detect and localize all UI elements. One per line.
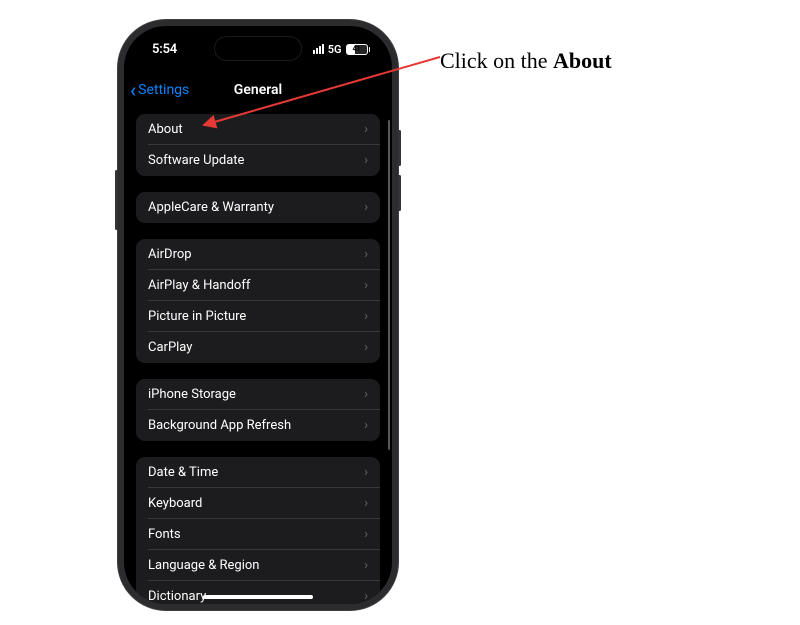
chevron-right-icon: › (364, 122, 368, 137)
back-button-label: Settings (138, 82, 189, 98)
settings-row-label: Date & Time (148, 465, 218, 480)
annotation-caption: Click on the About (440, 48, 612, 74)
chevron-right-icon: › (364, 278, 368, 293)
settings-row-label: Dictionary (148, 589, 206, 604)
chevron-right-icon: › (364, 496, 368, 511)
settings-row-label: Picture in Picture (148, 309, 246, 324)
settings-group: AirDrop›AirPlay & Handoff›Picture in Pic… (136, 239, 380, 363)
chevron-right-icon: › (364, 247, 368, 262)
settings-row-label: AppleCare & Warranty (148, 200, 274, 215)
phone-screen: 5:54 5G 41 ‹ Settings General About › (124, 26, 392, 604)
annotation-text-bold: About (553, 48, 612, 73)
network-type-label: 5G (328, 43, 342, 56)
home-indicator[interactable] (203, 595, 313, 599)
power-button (115, 170, 118, 230)
chevron-right-icon: › (364, 465, 368, 480)
settings-row-airdrop[interactable]: AirDrop › (136, 239, 380, 270)
chevron-right-icon: › (364, 418, 368, 433)
chevron-right-icon: › (364, 558, 368, 573)
settings-row-label: AirDrop (148, 247, 192, 262)
settings-group: About › Software Update › (136, 114, 380, 176)
chevron-right-icon: › (364, 200, 368, 215)
settings-row-applecare[interactable]: AppleCare & Warranty › (136, 192, 380, 223)
settings-row-dictionary[interactable]: Dictionary › (136, 581, 380, 604)
scrollbar-thumb[interactable] (388, 120, 391, 450)
chevron-right-icon: › (364, 153, 368, 168)
cellular-signal-icon (313, 44, 324, 54)
settings-row-keyboard[interactable]: Keyboard › (136, 488, 380, 519)
settings-row-about[interactable]: About › (136, 114, 380, 145)
settings-row-label: Software Update (148, 153, 244, 168)
phone-device-frame: 5:54 5G 41 ‹ Settings General About › (118, 20, 398, 610)
settings-row-label: iPhone Storage (148, 387, 236, 402)
battery-level-label: 41 (346, 44, 368, 55)
settings-row-date-time[interactable]: Date & Time › (136, 457, 380, 488)
status-time: 5:54 (152, 42, 202, 57)
dynamic-island (214, 36, 302, 61)
volume-up-button (398, 130, 401, 166)
settings-row-carplay[interactable]: CarPlay › (136, 332, 380, 363)
nav-bar: ‹ Settings General (124, 72, 392, 108)
chevron-right-icon: › (364, 527, 368, 542)
settings-row-label: Fonts (148, 527, 181, 542)
chevron-right-icon: › (364, 340, 368, 355)
back-button[interactable]: ‹ Settings (124, 80, 189, 100)
annotation-text-prefix: Click on the (440, 48, 553, 73)
chevron-right-icon: › (364, 309, 368, 324)
settings-row-label: CarPlay (148, 340, 192, 355)
settings-row-pip[interactable]: Picture in Picture › (136, 301, 380, 332)
settings-row-label: Language & Region (148, 558, 259, 573)
settings-row-label: About (148, 122, 183, 137)
volume-down-button (398, 175, 401, 211)
settings-row-iphone-storage[interactable]: iPhone Storage › (136, 379, 380, 410)
settings-row-label: Keyboard (148, 496, 202, 511)
settings-group: Date & Time›Keyboard›Fonts›Language & Re… (136, 457, 380, 604)
chevron-left-icon: ‹ (130, 80, 136, 100)
settings-row-language-region[interactable]: Language & Region › (136, 550, 380, 581)
settings-row-background-app-refresh[interactable]: Background App Refresh › (136, 410, 380, 441)
chevron-right-icon: › (364, 387, 368, 402)
settings-row-software-update[interactable]: Software Update › (136, 145, 380, 176)
settings-row-label: Background App Refresh (148, 418, 291, 433)
settings-group: iPhone Storage › Background App Refresh › (136, 379, 380, 441)
settings-row-fonts[interactable]: Fonts › (136, 519, 380, 550)
settings-row-label: AirPlay & Handoff (148, 278, 250, 293)
settings-group: AppleCare & Warranty › (136, 192, 380, 223)
chevron-right-icon: › (364, 589, 368, 604)
status-indicators: 5G 41 (300, 43, 370, 56)
settings-row-airplay-handoff[interactable]: AirPlay & Handoff › (136, 270, 380, 301)
settings-scroll-area[interactable]: About›Software Update›AppleCare & Warran… (124, 108, 392, 604)
battery-icon: 41 (346, 44, 371, 55)
